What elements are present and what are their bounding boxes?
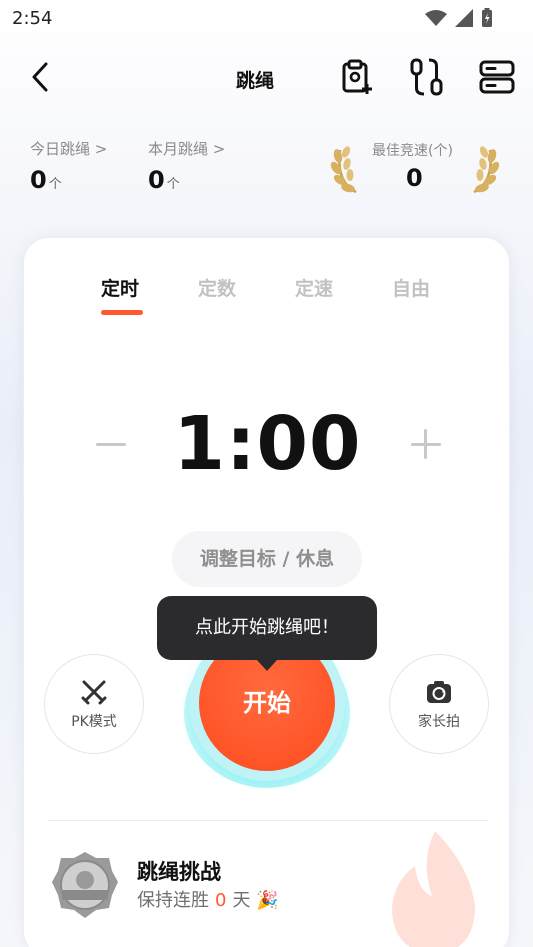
tab-timed[interactable]: 定时 [101,274,139,301]
chevron-right-icon: > [94,140,108,158]
streak-count: 0 [215,890,227,911]
camera-switch-icon [427,681,451,703]
crossed-swords-icon [81,680,107,705]
wifi-icon [425,10,447,26]
today-jump-count: 0个 [30,166,62,194]
challenge-streak: 保持连胜 0 天 🎉 [137,886,279,912]
signal-icon [455,9,473,27]
month-jump-label: 本月跳绳 [148,140,209,158]
parent-photo-button[interactable]: 家长拍 [389,654,489,754]
challenge-medal-icon[interactable] [50,850,120,920]
tab-count[interactable]: 定数 [198,274,236,301]
pk-mode-button[interactable]: PK模式 [44,654,144,754]
party-popper-icon: 🎉 [256,890,279,911]
plus-icon-vertical [424,429,427,459]
jump-mode-card: 定时 定数 定速 自由 1:00 调整目标 / 休息 PK模式 开始 家长拍 点… [23,237,510,947]
tab-speed[interactable]: 定速 [295,274,333,301]
tab-free[interactable]: 自由 [392,274,430,301]
streak-suffix: 天 [232,890,251,911]
laurel-left-icon [330,146,357,194]
jump-rope-icon[interactable] [408,58,446,96]
start-tooltip: 点此开始跳绳吧！ [157,596,377,660]
month-jump-value: 0 [148,166,165,194]
pk-mode-label: PK模式 [71,714,117,730]
nav-bar: 跳绳 [0,48,533,108]
month-jump-link[interactable]: 本月跳绳 > [148,138,225,159]
device-list-icon[interactable] [478,58,516,96]
today-jump-unit: 个 [48,177,62,192]
divider [48,820,488,821]
tooltip-arrow [256,659,278,671]
status-time: 2:54 [12,8,53,29]
back-arrow-icon[interactable] [26,60,56,94]
flame-icon [392,831,475,947]
page-title: 跳绳 [236,70,275,92]
best-speed-label: 最佳竞速(个) [372,143,453,159]
chevron-right-icon: > [212,140,226,158]
status-icons [425,8,493,28]
today-jump-value: 0 [30,166,47,194]
challenge-title[interactable]: 跳绳挑战 [137,856,221,886]
tab-active-indicator [101,310,143,315]
parent-photo-label: 家长拍 [418,714,460,730]
battery-icon [482,8,492,27]
adjust-target-button[interactable]: 调整目标 / 休息 [172,531,362,587]
clipboard-add-icon[interactable] [338,58,376,96]
month-jump-count: 0个 [148,166,180,194]
today-jump-label: 今日跳绳 [30,140,91,158]
month-jump-unit: 个 [166,177,180,192]
today-jump-link[interactable]: 今日跳绳 > [30,138,107,159]
streak-prefix: 保持连胜 [137,890,209,911]
best-speed-value: 0 [406,164,423,192]
laurel-right-icon [473,146,500,194]
status-bar: 2:54 [0,0,533,38]
